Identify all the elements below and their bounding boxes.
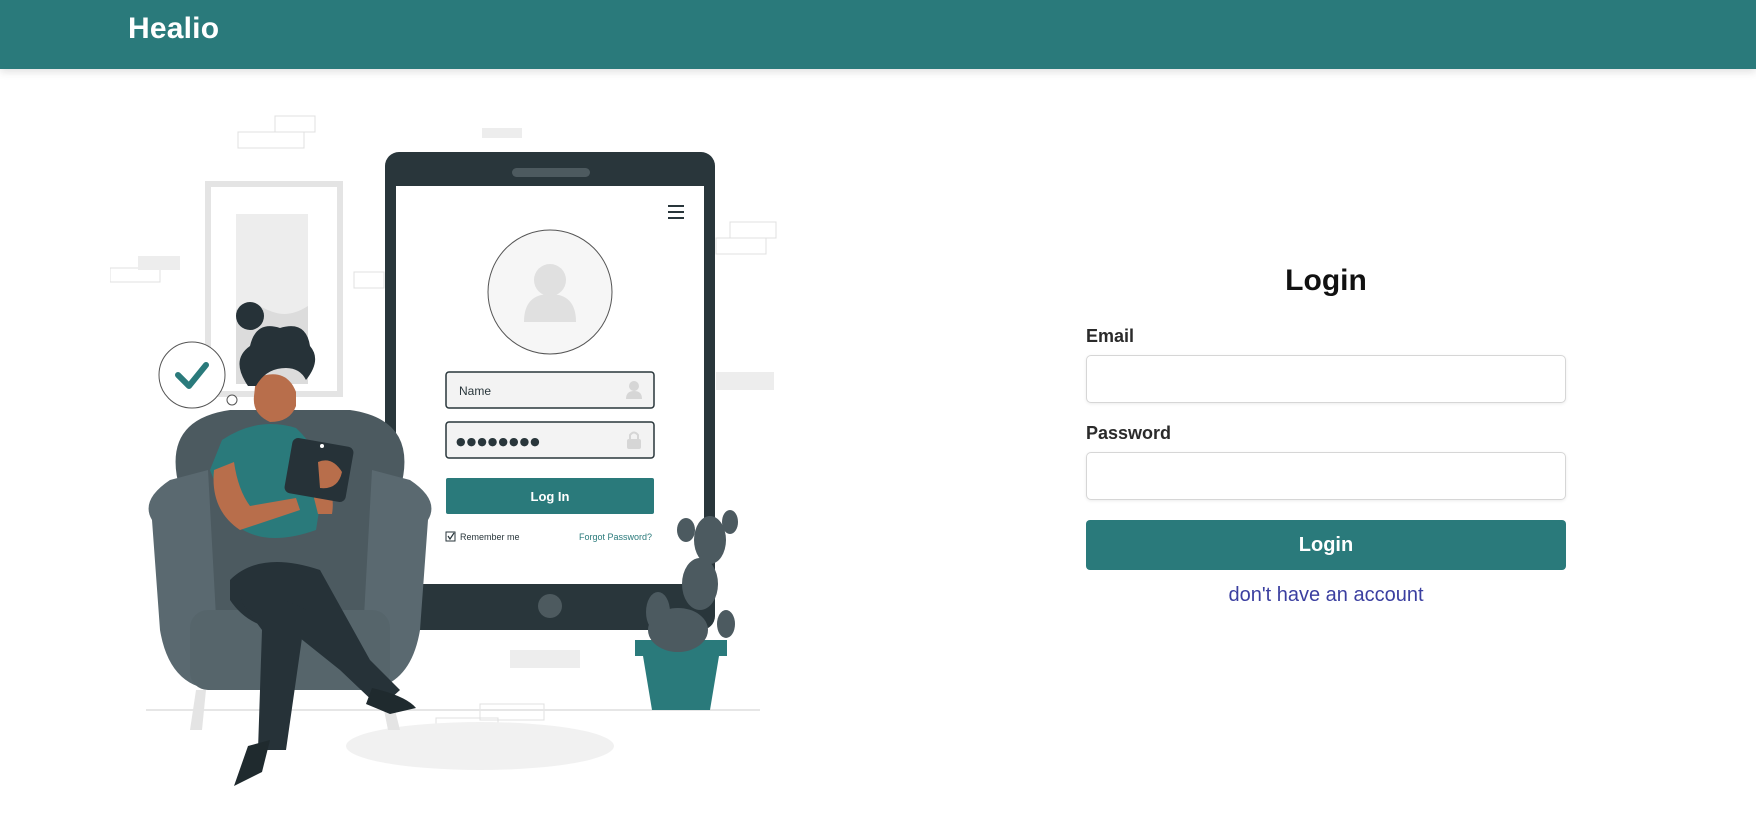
- phone-login-button: Log In: [446, 478, 654, 514]
- phone-password-dots: ●●●●●●●●: [456, 435, 541, 448]
- login-button[interactable]: Login: [1086, 520, 1566, 570]
- checkmark-icon: [158, 341, 238, 409]
- phone-forgot-label: Forgot Password?: [579, 532, 652, 542]
- phone-remember-label: Remember me: [460, 532, 520, 542]
- field-spacer: [1086, 403, 1566, 423]
- login-title: Login: [1285, 264, 1367, 297]
- email-label: Email: [1086, 326, 1135, 346]
- brand-logo[interactable]: Healio: [128, 12, 219, 46]
- phone-name-placeholder: Name: [459, 384, 491, 398]
- email-field[interactable]: [1086, 355, 1566, 403]
- phone-name-field: Name: [445, 371, 655, 409]
- phone-password-field: ●●●●●●●●: [445, 421, 655, 459]
- user-avatar-icon: [487, 229, 613, 355]
- floor-shadow: [346, 722, 614, 770]
- illustration-svg: Name ●●●●●●●● Log In Remember me Forgot …: [109, 115, 777, 786]
- login-illustration: Name ●●●●●●●● Log In Remember me Forgot …: [109, 110, 790, 790]
- phone-login-label: Log In: [531, 489, 570, 504]
- login-form: Login Email Password Login don't have an…: [1086, 258, 1566, 607]
- navbar: Healio: [0, 0, 1756, 69]
- password-label: Password: [1086, 423, 1172, 443]
- signup-link[interactable]: don't have an account: [1086, 584, 1566, 607]
- password-field[interactable]: [1086, 452, 1566, 500]
